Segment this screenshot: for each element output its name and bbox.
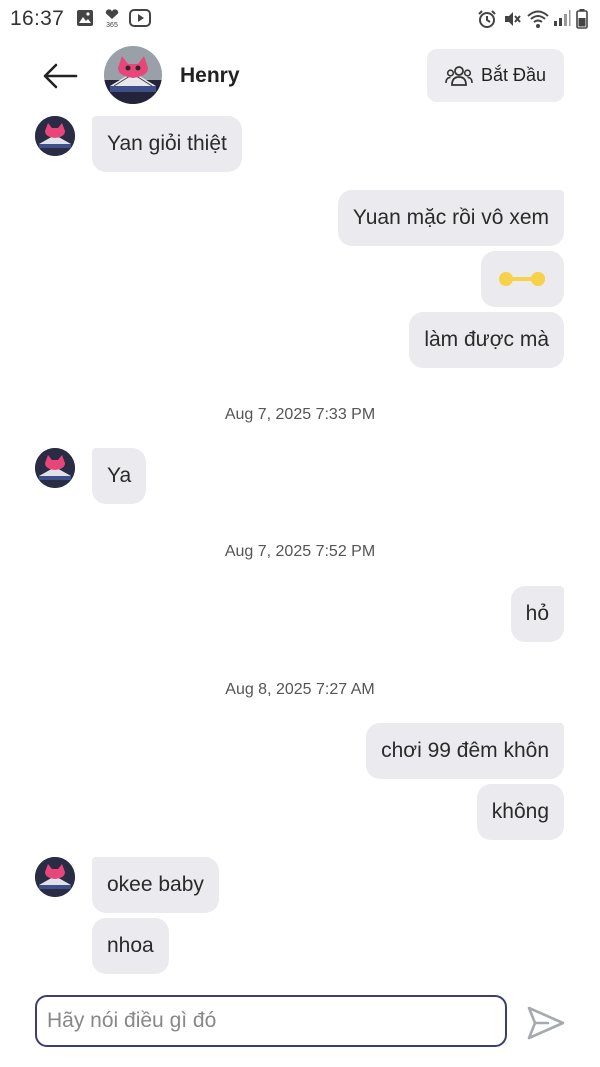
message-bubble-outgoing[interactable]: chơi 99 đêm khôn <box>366 723 564 779</box>
heart-365-icon: 365 <box>105 9 119 29</box>
status-bar: 16:37 365 <box>0 0 600 36</box>
youtube-icon <box>129 9 151 27</box>
chat-header: Henry Bắt Đầu <box>0 40 600 112</box>
message-bubble-outgoing[interactable]: hỏ <box>510 586 564 642</box>
start-button[interactable]: Bắt Đầu <box>427 49 564 102</box>
message-bubble-incoming[interactable]: Ya <box>92 448 147 504</box>
message-bubble-outgoing[interactable]: Yuan mặc rồi vô xem <box>337 190 564 246</box>
message-bubble-outgoing-sticker[interactable] <box>481 251 564 307</box>
battery-icon <box>576 9 588 29</box>
message-bubble-outgoing[interactable]: không <box>476 784 564 840</box>
status-time: 16:37 <box>10 7 65 30</box>
send-icon[interactable] <box>526 1003 566 1043</box>
sender-avatar <box>35 857 75 897</box>
back-arrow-icon[interactable] <box>40 56 80 96</box>
group-icon <box>445 65 473 86</box>
message-timestamp: Aug 7, 2025 7:52 PM <box>224 543 376 560</box>
contact-name[interactable]: Henry <box>180 64 240 88</box>
message-timestamp: Aug 8, 2025 7:27 AM <box>225 681 375 698</box>
message-input[interactable] <box>37 997 505 1045</box>
mute-icon <box>505 12 521 26</box>
dumbbell-sticker-icon <box>499 272 545 286</box>
message-bubble-incoming[interactable]: Yan giỏi thiệt <box>92 116 242 172</box>
sender-avatar <box>35 116 75 156</box>
wifi-icon <box>527 10 549 28</box>
sender-avatar <box>35 448 75 488</box>
message-bubble-outgoing[interactable]: làm được mà <box>409 312 564 368</box>
message-timestamp: Aug 7, 2025 7:33 PM <box>224 406 376 423</box>
message-bubble-incoming[interactable]: nhoa <box>92 918 169 974</box>
signal-icon <box>554 10 571 26</box>
start-button-label: Bắt Đầu <box>480 65 547 85</box>
message-bubble-incoming[interactable]: okee baby <box>92 857 219 913</box>
message-composer <box>35 995 507 1047</box>
svg-text:365: 365 <box>106 22 118 29</box>
contact-avatar[interactable] <box>104 46 162 104</box>
gallery-icon <box>77 10 93 26</box>
alarm-icon <box>478 10 496 28</box>
